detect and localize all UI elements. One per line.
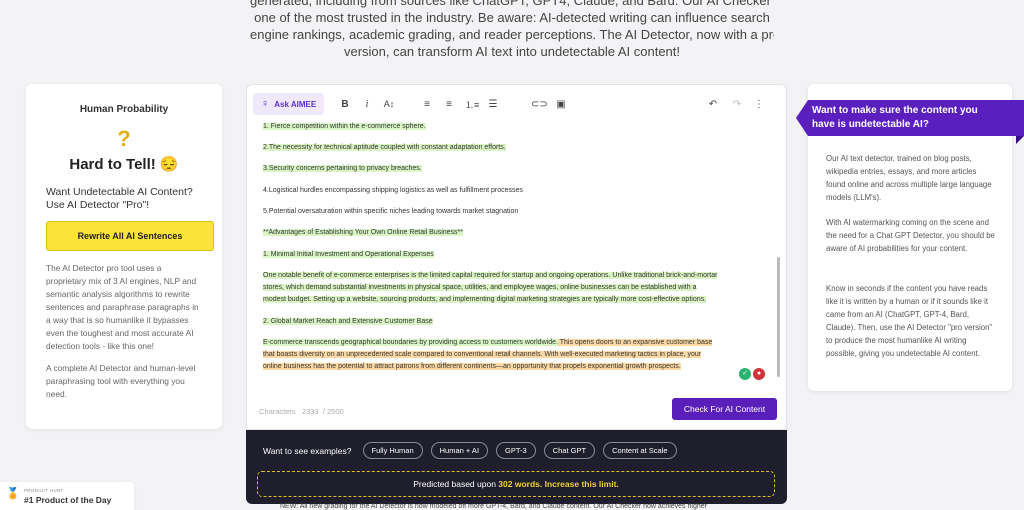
example-chip-fully-human[interactable]: Fully Human <box>362 442 423 459</box>
grammar-error-icon[interactable]: ● <box>753 368 765 380</box>
example-chip-human-ai[interactable]: Human + AI <box>430 442 489 459</box>
product-hunt-label: PRODUCT HUNT <box>24 488 64 493</box>
ai-highlighted-line: online business has the potential to att… <box>263 363 681 370</box>
highlighted-line: 3.Security concerns pertaining to privac… <box>263 165 422 172</box>
highlighted-line: 2.The necessity for technical aptitude c… <box>263 144 506 151</box>
intro-line: version, can transform AI text into unde… <box>343 44 681 59</box>
ask-aimee-button[interactable]: ♀ Ask AIMEE <box>253 93 325 115</box>
pro-description-2: A complete AI Detector and human-level p… <box>46 363 196 399</box>
info-paragraph: Our AI text detector, trained on blog po… <box>826 154 992 202</box>
characters-label: Characters <box>259 407 296 416</box>
link-icon[interactable]: ⊂⊃ <box>531 99 548 110</box>
highlighted-line: 2. Global Market Reach and Extensive Cus… <box>263 318 433 325</box>
medal-icon: 🏅 <box>6 488 20 500</box>
aimee-icon: ♀ <box>261 98 270 110</box>
ai-highlighted-line: that boasts diversity on an unprecedente… <box>263 351 702 358</box>
characters-limit: / 2500 <box>322 407 344 416</box>
info-paragraph: With AI watermarking coming on the scene… <box>826 218 995 253</box>
human-probability-title: Human Probability <box>79 104 169 115</box>
highlighted-line: stores, which demand substantial investm… <box>263 284 697 291</box>
text-editor[interactable]: ♀ Ask AIMEE B i A↕ ≡ ≡ ⒈≡ ☰ ⊂⊃ ▣ ↶ ↷ ⋮ 1… <box>246 84 787 430</box>
highlighted-line: E-commerce transcends geographical bound… <box>263 339 558 346</box>
highlighted-line: modest budget. Setting up a website, sou… <box>263 296 707 303</box>
text-line: 5.Potential oversaturation within specif… <box>263 208 519 215</box>
highlighted-line: 1. Fierce competition within the e-comme… <box>263 123 426 130</box>
align-center-icon[interactable]: ≡ <box>443 99 455 110</box>
editor-section: ♀ Ask AIMEE B i A↕ ≡ ≡ ⒈≡ ☰ ⊂⊃ ▣ ↶ ↷ ⋮ 1… <box>246 84 787 504</box>
info-banner-text: Want to make sure the content you have i… <box>812 105 978 130</box>
examples-panel: Want to see examples? Fully Human Human … <box>246 430 787 504</box>
question-mark-icon: ? <box>117 126 131 151</box>
highlighted-line: **Advantages of Establishing Your Own On… <box>263 229 464 236</box>
example-chip-chatgpt[interactable]: Chat GPT <box>543 442 596 459</box>
undo-icon[interactable]: ↶ <box>707 99 719 110</box>
product-hunt-badge[interactable]: 🏅 PRODUCT HUNT #1 Product of the Day <box>0 482 134 510</box>
italic-icon[interactable]: i <box>361 99 373 110</box>
example-chip-gpt3[interactable]: GPT-3 <box>496 442 536 459</box>
predicted-banner: Predicted based upon 302 words. Increase… <box>257 471 775 497</box>
verdict-text: Hard to Tell! 😔 <box>69 156 179 173</box>
intro-text: generated, including from sources like C… <box>250 0 774 60</box>
pro-promo-text: Want Undetectable AI Content? Use AI Det… <box>46 186 193 211</box>
info-paragraph: Know in seconds if the content you have … <box>826 284 993 358</box>
editor-scrollbar[interactable] <box>777 257 780 377</box>
highlighted-line: 1. Minimal Initial Investment and Operat… <box>263 251 434 258</box>
product-of-day-label: #1 Product of the Day <box>24 495 112 505</box>
align-left-icon[interactable]: ≡ <box>421 99 433 110</box>
text-size-icon[interactable]: A↕ <box>383 99 395 109</box>
character-count: Characters 2333 / 2500 <box>259 407 344 416</box>
intro-line: one of the most trusted in the industry.… <box>254 10 770 25</box>
ai-highlighted-line: This opens doors to an expansive custome… <box>557 339 713 346</box>
examples-row: Want to see examples? Fully Human Human … <box>263 442 685 459</box>
rewrite-all-button[interactable]: Rewrite All AI Sentences <box>46 221 214 251</box>
text-line: 4.Logistical hurdles encompassing shippi… <box>263 187 523 194</box>
more-icon[interactable]: ⋮ <box>753 99 765 110</box>
intro-line: generated, including from sources like C… <box>250 0 774 8</box>
increase-limit-link[interactable]: 302 words. Increase this limit. <box>498 479 618 489</box>
ordered-list-icon[interactable]: ⒈≡ <box>465 98 479 111</box>
intro-line: engine rankings, academic grading, and r… <box>250 27 774 42</box>
bold-icon[interactable]: B <box>339 99 351 110</box>
ask-aimee-label: Ask AIMEE <box>274 99 317 109</box>
banner-ribbon-fold <box>1016 136 1024 144</box>
editor-toolbar: ♀ Ask AIMEE B i A↕ ≡ ≡ ⒈≡ ☰ ⊂⊃ ▣ ↶ ↷ ⋮ <box>253 93 780 115</box>
examples-label: Want to see examples? <box>263 445 352 456</box>
grammar-check-icon[interactable]: ✓ <box>739 368 751 380</box>
redo-icon[interactable]: ↷ <box>731 99 743 110</box>
image-icon[interactable]: ▣ <box>555 99 567 110</box>
highlighted-line: One notable benefit of e-commerce enterp… <box>263 272 718 279</box>
info-banner: Want to make sure the content you have i… <box>796 100 1024 136</box>
example-chip-content-at-scale[interactable]: Content at Scale <box>603 442 677 459</box>
predicted-prefix: Predicted based upon <box>413 479 499 489</box>
info-card: Want to make sure the content you have i… <box>796 84 1024 391</box>
unordered-list-icon[interactable]: ☰ <box>487 99 499 110</box>
check-ai-content-button[interactable]: Check For AI Content <box>672 398 777 420</box>
characters-count: 2333 <box>301 407 319 416</box>
news-text: NEW: All new grading for the AI Detector… <box>280 503 707 510</box>
human-probability-card: Human Probability ? Hard to Tell! 😔 Want… <box>26 84 222 429</box>
pro-description: The AI Detector pro tool uses a propriet… <box>46 263 199 351</box>
